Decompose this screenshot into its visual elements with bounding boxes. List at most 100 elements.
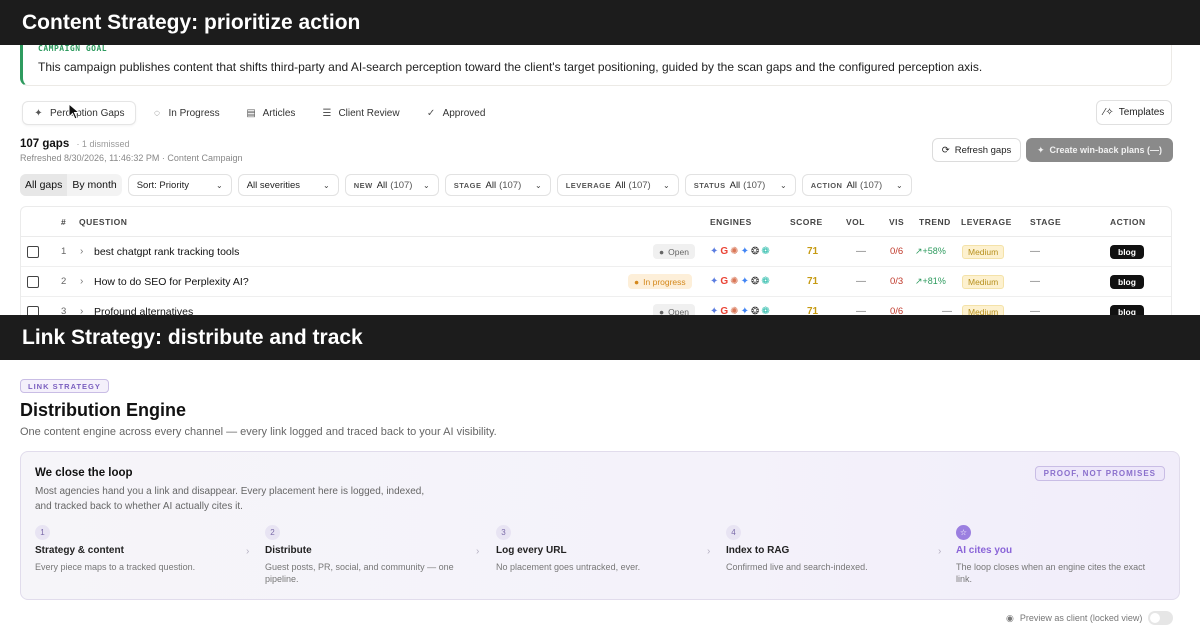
row-vol: — <box>856 246 866 257</box>
step-ai-cites-you: ☆ AI cites you The loop closes when an e… <box>956 525 1166 584</box>
tab-client-review[interactable]: ☰ Client Review <box>311 101 409 125</box>
content-strategy-panel: CAMPAIGN GOAL This campaign publishes co… <box>0 0 1200 315</box>
chevron-right-icon[interactable]: › <box>80 246 83 257</box>
create-win-back-plans-label: Create win-back plans (—) <box>1049 145 1163 155</box>
filter-key: STAGE <box>453 180 482 190</box>
stage-filter-dropdown[interactable]: STAGE All (107) ⌄ <box>444 174 551 196</box>
chevron-right-icon[interactable]: › <box>80 276 83 287</box>
preview-as-client[interactable]: ◉ Preview as client (locked view) <box>1006 611 1174 625</box>
trend-value: +81% <box>922 276 946 286</box>
action-badge[interactable]: blog <box>1110 304 1144 315</box>
filter-count: (107) <box>390 179 413 191</box>
leverage-filter-dropdown[interactable]: LEVERAGE All (107) ⌄ <box>556 174 679 196</box>
row-vol: — <box>856 306 866 315</box>
chevron-down-icon: ⌄ <box>423 180 430 190</box>
col-header-engines: ENGINES <box>710 216 752 227</box>
view-all-gaps[interactable]: All gaps <box>20 174 68 196</box>
status-filter-dropdown[interactable]: STATUS All (107) ⌄ <box>684 174 796 196</box>
refresh-gaps-button[interactable]: ⟳ Refresh gaps <box>932 138 1021 162</box>
row-checkbox[interactable] <box>27 275 39 288</box>
tab-in-progress[interactable]: ◌ In Progress <box>142 101 230 125</box>
campaign-goal-text: This campaign publishes content that shi… <box>38 60 983 74</box>
trend-up-icon: ↗ <box>915 246 923 256</box>
row-score: 71 <box>807 276 819 287</box>
sort-dropdown[interactable]: Sort: Priority ⌄ <box>127 174 232 196</box>
row-stage: — <box>1030 276 1040 287</box>
col-header-trend: TREND <box>919 216 951 227</box>
create-win-back-plans-button[interactable]: ✦ Create win-back plans (—) <box>1026 138 1173 162</box>
chevron-right-icon: › <box>246 546 250 557</box>
chatgpt-icon: ❂ <box>750 276 760 287</box>
filter-key: ACTION <box>810 180 843 190</box>
row-number: 3 <box>61 306 67 315</box>
table-row[interactable]: 2 › How to do SEO for Perplexity AI? ● In… <box>21 267 1171 297</box>
magic-wand-icon: ⁄✧ <box>1103 107 1114 118</box>
col-header-number: # <box>61 216 67 227</box>
link-strategy-panel: LINK STRATEGY Distribution Engine One co… <box>0 360 1200 630</box>
perplexity-icon: ❁ <box>761 276 770 287</box>
action-badge[interactable]: blog <box>1110 244 1144 259</box>
step-title: Distribute <box>265 545 312 556</box>
tab-label: Approved <box>442 107 486 119</box>
progress-icon: ◌ <box>154 107 160 119</box>
status-label: Open <box>668 246 689 257</box>
step-description: Confirmed live and search-indexed. <box>726 562 868 572</box>
row-number: 1 <box>61 246 67 257</box>
campaign-goal-label: CAMPAIGN GOAL <box>38 44 108 53</box>
chevron-right-icon: › <box>707 546 711 557</box>
filter-key: NEW <box>353 180 373 190</box>
col-header-leverage: LEVERAGE <box>961 216 1012 227</box>
row-question: How to do SEO for Perplexity AI? <box>94 275 249 288</box>
step-log-every-url: 3 Log every URL No placement goes untrac… <box>496 525 706 572</box>
row-checkbox[interactable] <box>27 245 39 258</box>
view-by-month[interactable]: By month <box>67 174 121 196</box>
trend-value: +58% <box>922 246 946 256</box>
table-header: # QUESTION ENGINES SCORE VOL VIS TREND L… <box>21 207 1171 237</box>
filter-value: All <box>376 179 388 191</box>
trend-up-icon: ↗ <box>915 276 923 286</box>
tab-articles[interactable]: ▤ Articles <box>236 101 306 125</box>
loop-title: We close the loop <box>35 467 133 479</box>
close-the-loop-card: We close the loop Most agencies hand you… <box>20 451 1180 600</box>
chevron-down-icon: ⌄ <box>323 180 330 190</box>
filter-count: (107) <box>860 179 883 191</box>
chevron-right-icon[interactable]: › <box>80 306 83 315</box>
tab-approved[interactable]: ✓ Approved <box>416 101 496 125</box>
gaps-total: 107 gaps <box>20 138 70 150</box>
step-title: Log every URL <box>496 545 567 556</box>
loop-description-line: and tracked back to whether AI actually … <box>35 501 243 512</box>
view-toggle: All gaps By month <box>20 174 122 196</box>
step-description: The loop closes when an engine cites the… <box>956 562 1146 584</box>
gaps-table: # QUESTION ENGINES SCORE VOL VIS TREND L… <box>20 206 1172 315</box>
perplexity-icon: ❁ <box>761 306 770 315</box>
table-row[interactable]: 1 › best chatgpt rank tracking tools ● Op… <box>21 237 1171 267</box>
eye-icon: ◉ <box>1006 612 1014 623</box>
templates-button[interactable]: ⁄✧ Templates <box>1096 100 1172 125</box>
step-title: Index to RAG <box>726 545 790 556</box>
step-number: 1 <box>35 525 50 540</box>
filter-value: All <box>614 179 626 191</box>
table-row[interactable]: 3 › Profound alternatives ● Open ✦ G ✺ ✦ ❂ ❁ 7… <box>21 297 1171 315</box>
new-filter-dropdown[interactable]: NEW All (107) ⌄ <box>344 174 439 196</box>
leverage-badge: Medium <box>962 304 1005 315</box>
row-number: 2 <box>61 276 67 287</box>
row-checkbox[interactable] <box>27 305 39 315</box>
filter-bar: All gaps By month Sort: Priority ⌄ All s… <box>20 174 912 196</box>
tab-label: Articles <box>262 107 296 119</box>
step-strategy-content: 1 Strategy & content Every piece maps to… <box>35 525 245 572</box>
proof-badge: PROOF, NOT PROMISES <box>1034 466 1165 481</box>
action-badge[interactable]: blog <box>1110 274 1144 289</box>
filter-value: All <box>846 179 858 191</box>
sparkle-icon: ✦ <box>34 107 43 119</box>
col-header-stage: STAGE <box>1030 216 1062 227</box>
chevron-right-icon: › <box>938 546 942 557</box>
row-vis: 0/6 <box>890 246 904 257</box>
action-filter-dropdown[interactable]: ACTION All (107) ⌄ <box>801 174 912 196</box>
severity-dropdown[interactable]: All severities ⌄ <box>237 174 339 196</box>
perplexity-icon: ❁ <box>761 246 770 257</box>
preview-toggle[interactable] <box>1148 611 1174 625</box>
status-badge: ● Open <box>653 304 695 315</box>
step-description: No placement goes untracked, ever. <box>496 562 641 572</box>
engine-icons: ✦ G ✺ ✦ ❂ ❁ <box>710 246 770 257</box>
gemini-icon: ✦ <box>740 306 749 315</box>
